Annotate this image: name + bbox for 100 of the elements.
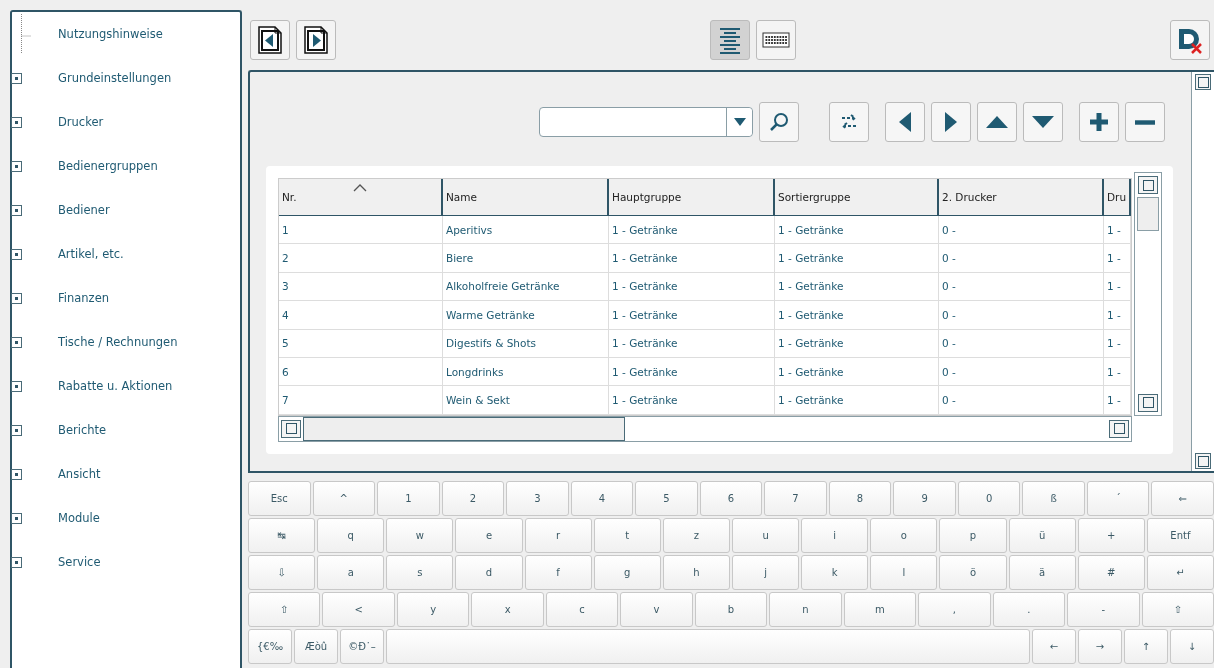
- horizontal-scrollbar[interactable]: [278, 415, 1132, 442]
- add-button[interactable]: [1079, 102, 1119, 142]
- view-mode-button[interactable]: [756, 20, 796, 60]
- keyboard-key[interactable]: ↹: [248, 518, 316, 553]
- keyboard-key[interactable]: 8: [828, 481, 892, 516]
- keyboard-key[interactable]: f: [524, 555, 592, 590]
- keyboard-key[interactable]: {€‰: [248, 629, 292, 664]
- keyboard-key[interactable]: ←: [1032, 629, 1076, 664]
- keyboard-key[interactable]: ⇩: [248, 555, 316, 590]
- previous-button[interactable]: [250, 20, 290, 60]
- vertical-scrollbar[interactable]: [1134, 172, 1162, 416]
- tree-item[interactable]: Bedienergruppen: [58, 159, 158, 173]
- keyboard-key[interactable]: k: [801, 555, 869, 590]
- keyboard-key[interactable]: j: [732, 555, 800, 590]
- column-header[interactable]: 2. Drucker: [939, 179, 1104, 215]
- tree-item[interactable]: Finanzen: [58, 291, 109, 305]
- keyboard-key[interactable]: g: [593, 555, 661, 590]
- remove-button[interactable]: [1125, 102, 1165, 142]
- keyboard-key[interactable]: Æòû: [294, 629, 338, 664]
- keyboard-key[interactable]: t: [593, 518, 661, 553]
- keyboard-key[interactable]: ⇧: [248, 592, 321, 627]
- keyboard-key[interactable]: z: [662, 518, 730, 553]
- keyboard-key[interactable]: s: [386, 555, 454, 590]
- keyboard-key[interactable]: ⇧: [1141, 592, 1214, 627]
- right-button[interactable]: [931, 102, 971, 142]
- keyboard-key[interactable]: v: [620, 592, 693, 627]
- keyboard-key[interactable]: ,: [918, 592, 991, 627]
- page-scrollbar[interactable]: [1191, 72, 1214, 471]
- tree-item[interactable]: Artikel, etc.: [58, 247, 124, 261]
- keyboard-key[interactable]: ´: [1086, 481, 1150, 516]
- keyboard-key[interactable]: 7: [764, 481, 827, 516]
- keyboard-key[interactable]: e: [455, 518, 523, 553]
- expand-icon[interactable]: [11, 248, 22, 260]
- keyboard-key[interactable]: w: [386, 518, 454, 553]
- keyboard-key[interactable]: 6: [699, 481, 763, 516]
- expand-icon[interactable]: [11, 556, 22, 568]
- expand-icon[interactable]: [11, 292, 22, 304]
- keyboard-key[interactable]: d: [455, 555, 523, 590]
- keyboard-key[interactable]: 5: [635, 481, 698, 516]
- expand-icon[interactable]: [11, 116, 22, 128]
- column-header[interactable]: Hauptgruppe: [609, 179, 775, 215]
- keyboard-key[interactable]: →: [1078, 629, 1122, 664]
- keyboard-key[interactable]: h: [662, 555, 730, 590]
- keyboard-key[interactable]: .: [992, 592, 1066, 627]
- tree-item[interactable]: Nutzungshinweise: [58, 27, 163, 41]
- keyboard-key[interactable]: i: [801, 518, 869, 553]
- keyboard-key[interactable]: 9: [893, 481, 956, 516]
- keyboard-key[interactable]: 0: [957, 481, 1021, 516]
- keyboard-key[interactable]: 1: [377, 481, 440, 516]
- keyboard-key[interactable]: ↑: [1124, 629, 1168, 664]
- column-header[interactable]: Name: [443, 179, 609, 215]
- keyboard-key[interactable]: ü: [1008, 518, 1076, 553]
- keyboard-key[interactable]: b: [694, 592, 768, 627]
- tree-item[interactable]: Ansicht: [58, 467, 101, 481]
- keyboard-key[interactable]: 2: [441, 481, 505, 516]
- up-button[interactable]: [977, 102, 1017, 142]
- keyboard-key[interactable]: a: [317, 555, 385, 590]
- tree-item[interactable]: Tische / Rechnungen: [58, 335, 178, 349]
- keyboard-key[interactable]: -: [1067, 592, 1140, 627]
- tree-item[interactable]: Service: [58, 555, 101, 569]
- tree-item[interactable]: Bediener: [58, 203, 110, 217]
- keyboard-key[interactable]: 3: [506, 481, 569, 516]
- expand-icon[interactable]: [11, 512, 22, 524]
- tree-item[interactable]: Berichte: [58, 423, 107, 437]
- keyboard-key[interactable]: Esc: [248, 481, 311, 516]
- keyboard-key[interactable]: m: [843, 592, 917, 627]
- keyboard-key[interactable]: y: [396, 592, 470, 627]
- close-button[interactable]: [1170, 20, 1210, 60]
- keyboard-key[interactable]: ^: [312, 481, 376, 516]
- down-button[interactable]: [1023, 102, 1063, 142]
- keyboard-key[interactable]: l: [870, 555, 938, 590]
- keyboard-key[interactable]: n: [769, 592, 842, 627]
- keyboard-key[interactable]: 4: [570, 481, 634, 516]
- column-header[interactable]: Sortiergruppe: [775, 179, 939, 215]
- keyboard-key[interactable]: +: [1077, 518, 1145, 553]
- keyboard-key[interactable]: ↓: [1170, 629, 1214, 664]
- expand-icon[interactable]: [11, 204, 22, 216]
- keyboard-key[interactable]: Entf: [1146, 518, 1214, 553]
- keyboard-key[interactable]: p: [939, 518, 1007, 553]
- tree-item[interactable]: Rabatte u. Aktionen: [58, 379, 173, 393]
- keyboard-key[interactable]: o: [870, 518, 938, 553]
- expand-icon[interactable]: [11, 468, 22, 480]
- tree-item[interactable]: Module: [58, 511, 100, 525]
- expand-icon[interactable]: [11, 424, 22, 436]
- tree-item[interactable]: Drucker: [58, 115, 104, 129]
- dropdown-button[interactable]: [726, 108, 752, 136]
- swap-button[interactable]: [829, 102, 869, 142]
- next-button[interactable]: [296, 20, 336, 60]
- keyboard-key[interactable]: ↵: [1146, 555, 1214, 590]
- expand-icon[interactable]: [11, 160, 22, 172]
- keyboard-key[interactable]: <: [322, 592, 395, 627]
- column-header[interactable]: Dru: [1104, 179, 1131, 215]
- keyboard-key[interactable]: ©Ð˙–: [340, 629, 384, 664]
- expand-icon[interactable]: [11, 336, 22, 348]
- keyboard-key[interactable]: ä: [1008, 555, 1076, 590]
- keyboard-key[interactable]: ⇐: [1151, 481, 1214, 516]
- keyboard-key[interactable]: u: [732, 518, 800, 553]
- keyboard-key[interactable]: #: [1077, 555, 1145, 590]
- expand-icon[interactable]: [11, 72, 22, 84]
- keyboard-key[interactable]: x: [471, 592, 544, 627]
